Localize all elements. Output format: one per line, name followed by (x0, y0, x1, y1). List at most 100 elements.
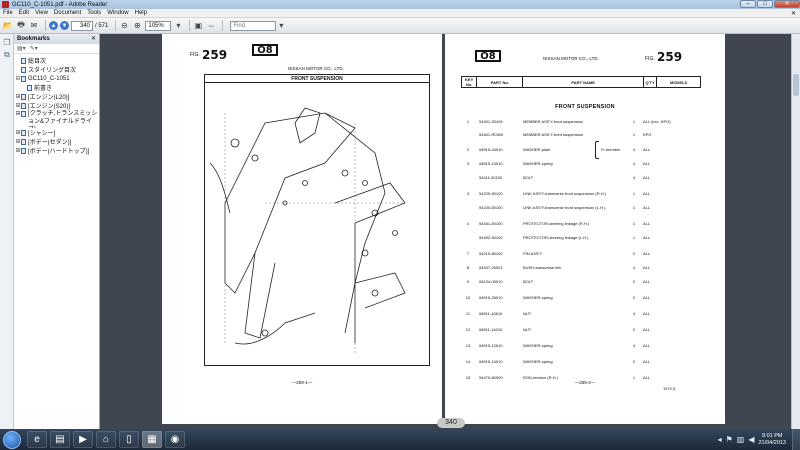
key-no: 3 (466, 161, 470, 166)
minimize-button[interactable]: – (740, 0, 756, 8)
email-icon[interactable]: ✉ (29, 21, 39, 31)
key-no: 8 (466, 265, 470, 270)
find-input[interactable]: Find (230, 20, 277, 31)
maximize-button[interactable]: □ (757, 0, 773, 8)
bookmark-item[interactable]: スタイリング目次 (14, 65, 99, 74)
bookmark-item[interactable]: ⊞ [エンジン(L20)] (14, 92, 99, 101)
fig-number: 259 (202, 48, 228, 62)
models: ALL (643, 147, 651, 152)
part-name: BOLT (523, 279, 534, 284)
start-button[interactable] (3, 430, 21, 449)
adobe-reader-task-icon[interactable]: ▦ (142, 431, 162, 448)
qty: 1 (632, 205, 636, 210)
phone-app-icon[interactable]: ▯ (119, 431, 139, 448)
show-desktop-button[interactable] (792, 429, 800, 450)
part-no: 08915-14010 (479, 359, 503, 364)
new-bookmark-icon[interactable]: ✎▾ (30, 45, 38, 52)
bookmarks-icon[interactable]: ⧉ (2, 50, 12, 60)
table-row: 4 54451-50100 PROTECTOR-steering linkage (… (461, 220, 701, 227)
table-row: 54401-R0300 MEMBER ASS'Y-front suspension… (461, 131, 701, 138)
zoom-input[interactable]: 105% (145, 20, 172, 31)
zoom-out-icon[interactable]: ⊖ (119, 21, 129, 31)
fig-label: FIG. (190, 52, 200, 58)
bookmark-label: [ボデー(ハードトップ)] (28, 149, 90, 155)
bookmark-item[interactable]: ⊞ [エンジン(S20)] (14, 101, 99, 110)
previous-page-icon[interactable]: ▲ (49, 21, 58, 30)
bookmark-item[interactable]: ⊞ [ボデー(セダン)] (14, 137, 99, 146)
table-row: 54411-50100 BOLT 4 ALL (461, 174, 701, 181)
open-icon[interactable]: 📂 (3, 21, 13, 31)
page-footer: —259-2— (574, 380, 596, 385)
part-no: 08134-05010 (479, 279, 503, 284)
part-name: NUT (523, 327, 532, 332)
bookmarks-close-button[interactable]: ✕ (91, 34, 96, 44)
menu-window[interactable]: Window (107, 10, 128, 16)
print-date: 1972.5 (663, 386, 676, 391)
models: ALL (643, 327, 651, 332)
bookmark-item[interactable]: ⊟ GC110_C-1051 (14, 74, 99, 83)
models: ALL (643, 175, 651, 180)
toolbar-separator (115, 20, 117, 31)
page-number-badge: 340 (437, 418, 465, 428)
bookmark-item[interactable]: 前書き (14, 83, 99, 92)
menu-help[interactable]: Help (135, 10, 147, 16)
manufacturer: NISSAN MOTOR CO., LTD. (543, 56, 599, 61)
models: ALL (643, 343, 651, 348)
part-name: LINK ASS'Y-transverse front suspension (… (523, 205, 606, 210)
network-status-icon[interactable]: ▥ (737, 435, 745, 444)
menu-tools[interactable]: Tools (87, 10, 101, 16)
find-dropdown-icon[interactable]: ▾ (276, 21, 286, 31)
internet-explorer-icon[interactable]: e (27, 431, 47, 448)
menu-edit[interactable]: Edit (19, 10, 29, 16)
part-name: MEMBER ASS'Y-front suspension (523, 119, 584, 124)
bookmark-item[interactable]: 総目次 (14, 56, 99, 65)
models: ALL (643, 311, 651, 316)
scrollbar-thumb[interactable] (793, 74, 799, 96)
network-icon[interactable]: ⌂ (96, 431, 116, 448)
bookmark-item[interactable]: ⊞ [ボデー(ハードトップ)] (14, 146, 99, 155)
zoom-in-icon[interactable]: ⊕ (132, 21, 142, 31)
print-icon[interactable]: 🖶 (16, 20, 26, 31)
fig-number: 259 (657, 50, 683, 64)
flag-icon[interactable]: ⚑ (726, 435, 733, 444)
folder-icon[interactable]: ▤ (50, 431, 70, 448)
volume-icon[interactable]: ◀ (748, 435, 754, 444)
menu-document[interactable]: Document (54, 10, 81, 16)
part-name: BUSH-transverse link (523, 265, 562, 270)
part-name: PIN ASS'Y (523, 251, 542, 256)
media-player-icon[interactable]: ▶ (73, 431, 93, 448)
part-no: 08915-44010 (479, 147, 503, 152)
menu-view[interactable]: View (35, 10, 48, 16)
page-total: / 571 (95, 22, 109, 29)
part-no: 08915-14010 (479, 161, 503, 166)
models: ALL (643, 161, 651, 166)
bookmark-label: 総目次 (28, 59, 47, 65)
fit-page-icon[interactable]: ▣ (193, 21, 203, 31)
next-page-icon[interactable]: ▼ (60, 21, 69, 30)
part-name: WASHER-spring (523, 359, 553, 364)
bookmark-label: スタイリング目次 (28, 68, 77, 74)
fit-width-icon[interactable]: ⇔ (206, 21, 216, 31)
bookmark-label: [ボデー(セダン)] (28, 140, 72, 146)
tray-expand-icon[interactable]: ◂ (718, 435, 722, 444)
menu-file[interactable]: File (3, 10, 13, 16)
part-name: WASHER-plain (523, 147, 551, 152)
vertical-scrollbar[interactable] (791, 34, 800, 429)
zoom-dropdown-icon[interactable]: ▾ (173, 21, 183, 31)
close-document-button[interactable]: ✕ (791, 10, 796, 17)
bookmark-item[interactable]: ⊞ [シャシー] (14, 128, 99, 137)
close-button[interactable]: ✕ (774, 0, 800, 8)
bookmark-item[interactable]: ⊞[クラッチ,トランスミッション&ファイナルドライブ] (14, 110, 99, 128)
page-number-input[interactable]: 340 (71, 20, 93, 31)
pages-icon[interactable]: ❐ (2, 37, 12, 47)
clock-time: 9:01 PM (761, 432, 783, 439)
document-view[interactable]: FIG. 259 O8 NISSAN MOTOR CO., LTD. FRONT… (100, 34, 791, 429)
bookmark-label: [エンジン(S20)] (28, 104, 71, 110)
bookmark-icon (21, 138, 26, 145)
group-code: O8 (475, 50, 501, 62)
bookmark-icon (21, 93, 26, 100)
clock[interactable]: 9:01 PM 21/04/2013 (758, 433, 786, 447)
part-name: NUT (523, 311, 532, 316)
bookmark-options-icon[interactable]: ▤▾ (17, 45, 26, 52)
media-center-icon[interactable]: ◉ (165, 431, 185, 448)
